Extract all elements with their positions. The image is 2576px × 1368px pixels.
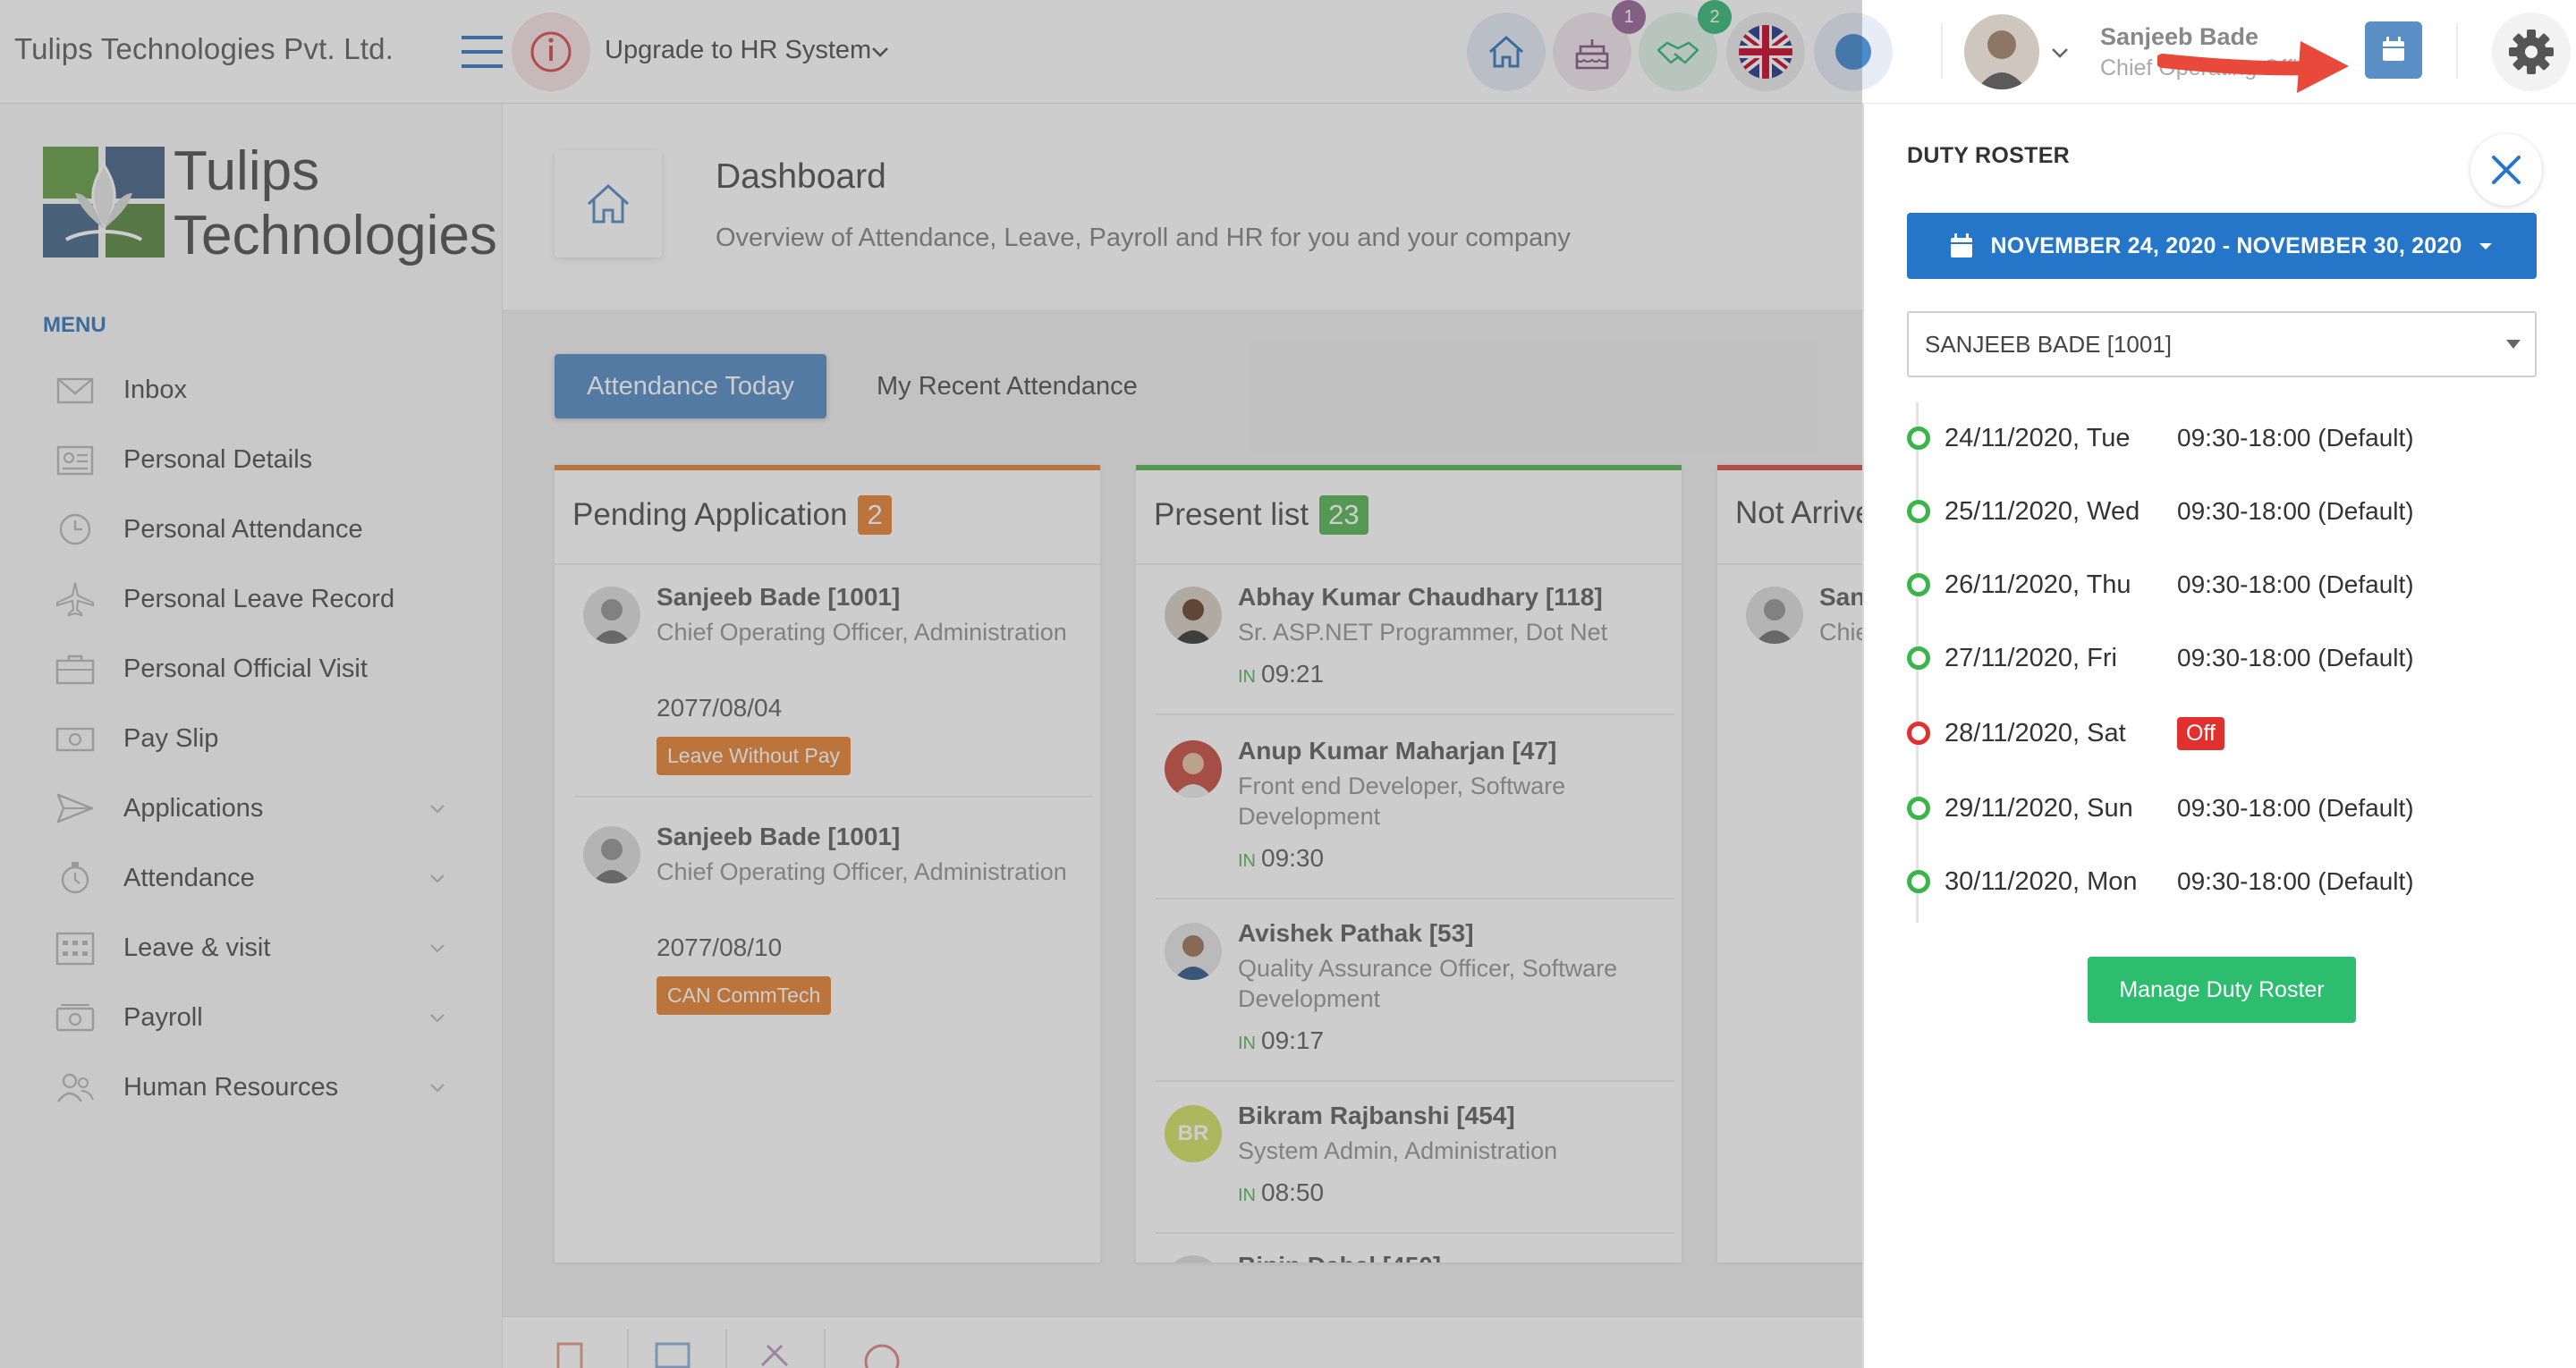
close-icon bbox=[2492, 156, 2521, 184]
calendar-icon bbox=[1951, 233, 1973, 258]
calendar-icon bbox=[2383, 37, 2404, 61]
roster-date: 25/11/2020, Wed bbox=[1945, 496, 2140, 526]
roster-day-row: 28/11/2020, Sat Off bbox=[1907, 711, 2224, 756]
caret-down-icon bbox=[2479, 243, 2492, 249]
timeline-dot bbox=[1907, 870, 1930, 893]
settings-button[interactable] bbox=[2492, 13, 2571, 91]
header-divider bbox=[2456, 23, 2458, 79]
manage-duty-roster-button[interactable]: Manage Duty Roster bbox=[2088, 957, 2356, 1023]
select-caret-icon bbox=[2506, 340, 2521, 349]
roster-date: 30/11/2020, Mon bbox=[1945, 866, 2138, 896]
timeline-dot bbox=[1907, 426, 1930, 450]
duty-roster-button[interactable] bbox=[2365, 21, 2422, 79]
date-range-label: NOVEMBER 24, 2020 - NOVEMBER 30, 2020 bbox=[1990, 232, 2462, 258]
callout-arrow-icon bbox=[2157, 25, 2352, 102]
roster-shift: 09:30-18:00 (Default) bbox=[2177, 497, 2414, 525]
roster-date: 27/11/2020, Fri bbox=[1945, 643, 2117, 672]
off-badge: Off bbox=[2177, 716, 2224, 750]
roster-date: 28/11/2020, Sat bbox=[1945, 718, 2126, 747]
roster-shift: 09:30-18:00 (Default) bbox=[2177, 570, 2414, 598]
user-menu-chevron-icon[interactable] bbox=[2048, 41, 2072, 64]
timeline-dot bbox=[1907, 500, 1930, 523]
gear-icon bbox=[2509, 30, 2554, 74]
roster-date: 29/11/2020, Sun bbox=[1945, 793, 2133, 823]
roster-day-row: 27/11/2020, Fri 09:30-18:00 (Default) bbox=[1907, 636, 2414, 680]
roster-date: 24/11/2020, Tue bbox=[1945, 423, 2131, 452]
roster-shift: 09:30-18:00 (Default) bbox=[2177, 644, 2414, 671]
roster-shift: 09:30-18:00 (Default) bbox=[2177, 424, 2414, 452]
roster-shift: 09:30-18:00 (Default) bbox=[2177, 794, 2414, 822]
header-divider bbox=[1941, 23, 1943, 79]
timeline-dot-off bbox=[1907, 722, 1930, 745]
user-avatar[interactable] bbox=[1964, 14, 2039, 89]
modal-backdrop[interactable] bbox=[0, 0, 1862, 1368]
employee-select-value: SANJEEB BADE [1001] bbox=[1925, 330, 2173, 358]
timeline-dot bbox=[1907, 646, 1930, 670]
roster-date: 26/11/2020, Thu bbox=[1945, 570, 2131, 599]
roster-day-row: 30/11/2020, Mon 09:30-18:00 (Default) bbox=[1907, 859, 2414, 904]
roster-day-row: 29/11/2020, Sun 09:30-18:00 (Default) bbox=[1907, 786, 2414, 831]
timeline-dot bbox=[1907, 573, 1930, 596]
timeline-dot bbox=[1907, 797, 1930, 820]
roster-shift: 09:30-18:00 (Default) bbox=[2177, 867, 2414, 895]
roster-day-row: 25/11/2020, Wed 09:30-18:00 (Default) bbox=[1907, 489, 2414, 534]
panel-title: DUTY ROSTER bbox=[1907, 143, 2071, 168]
employee-select[interactable]: SANJEEB BADE [1001] bbox=[1907, 311, 2537, 377]
date-range-picker[interactable]: NOVEMBER 24, 2020 - NOVEMBER 30, 2020 bbox=[1907, 213, 2537, 279]
close-panel-button[interactable] bbox=[2470, 134, 2542, 206]
roster-day-row: 26/11/2020, Thu 09:30-18:00 (Default) bbox=[1907, 562, 2414, 607]
roster-day-row: 24/11/2020, Tue 09:30-18:00 (Default) bbox=[1907, 416, 2414, 460]
